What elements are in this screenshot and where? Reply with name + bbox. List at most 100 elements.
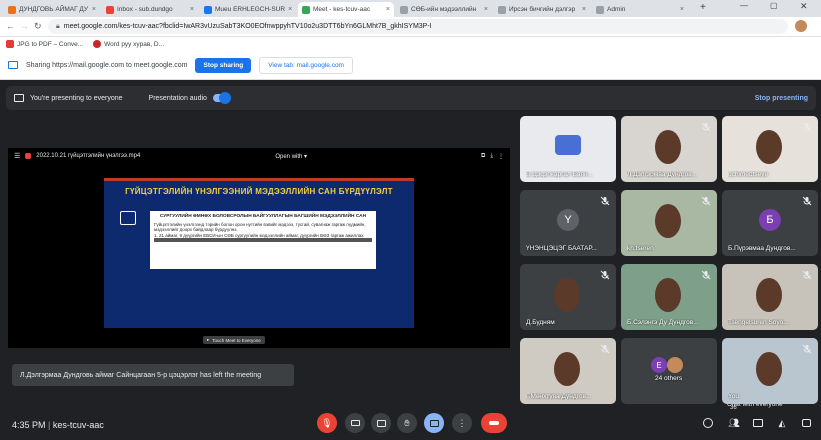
- stop-presenting-button[interactable]: Stop presenting: [755, 95, 808, 102]
- tab-favicon: [400, 5, 408, 14]
- bookmark-jpg-to-pdf[interactable]: JPG to PDF – Conve...: [6, 40, 83, 48]
- captions-button[interactable]: [371, 413, 391, 433]
- participant-tile[interactable]: Y ҮНЭНЦЭЦЭГ БААТАР...: [520, 190, 616, 256]
- leave-call-button[interactable]: [481, 413, 507, 433]
- address-bar[interactable]: 🔒︎ meet.google.com/kes-tcuv-aac?fbclid=I…: [48, 19, 788, 34]
- camera-icon: [350, 420, 360, 426]
- more-options-button[interactable]: ⋮: [452, 413, 472, 433]
- forward-icon[interactable]: →: [20, 21, 29, 31]
- mic-muted-icon: [701, 196, 711, 206]
- tab-title: СӨБ-ийн мэдээллийн: [411, 6, 477, 13]
- participant-tile[interactable]: Л.Дэлгэрмаа Дундгов...: [621, 116, 717, 182]
- browser-tab[interactable]: СӨБ-ийн мэдээллийн ×: [396, 2, 492, 17]
- hang-up-icon: [489, 421, 499, 425]
- others-avatar-photo: [667, 357, 683, 373]
- tab-title: Inbox - sub.dundgo: [117, 6, 173, 13]
- minimize-icon[interactable]: —: [740, 1, 748, 10]
- raise-hand-button[interactable]: ✋︎: [397, 413, 417, 433]
- video-footer-text: Touch Meet to Everyone: [212, 337, 261, 343]
- participant-tile[interactable]: Д.Будням: [520, 264, 616, 330]
- pointer-icon: ▸: [207, 337, 210, 342]
- tab-favicon: [8, 5, 16, 14]
- video-footer: ▸ Touch Meet to Everyone: [203, 336, 265, 344]
- presentation-audio-toggle[interactable]: [212, 92, 231, 104]
- participant-tile[interactable]: kh.tseren: [621, 190, 717, 256]
- participant-tile[interactable]: Г.Мөнхтуяа Дундгов...: [520, 338, 616, 404]
- bookmark-word[interactable]: Word руу хурав, D...: [93, 40, 164, 48]
- participant-name: Б.Сэлэнгэ Ду Дундгов...: [627, 319, 699, 326]
- profile-avatar[interactable]: [795, 20, 807, 32]
- add-to-drive-icon[interactable]: ⧉: [481, 153, 485, 160]
- more-icon[interactable]: ⋮: [498, 153, 504, 160]
- tab-close-icon[interactable]: ×: [92, 6, 96, 13]
- chat-button[interactable]: [750, 415, 766, 431]
- participant-tile[interactable]: Б.Цэцэгжаргал Баян...: [520, 116, 616, 182]
- document-text: Гүйцэтгэлийн үнэлгээнд тэрийн болон орон…: [154, 221, 366, 233]
- reload-icon[interactable]: ↻: [34, 21, 42, 32]
- participant-tile[interactable]: Е 24 others: [621, 338, 717, 404]
- mic-muted-icon: [802, 270, 812, 280]
- microphone-off-button[interactable]: 🎙︎: [317, 413, 337, 433]
- screen: ДУНДГОВЬ АЙМАГ ДУ × Inbox - sub.dundgo × Mue…: [0, 0, 821, 440]
- meeting-details-button[interactable]: [700, 415, 716, 431]
- tab-close-icon[interactable]: ×: [190, 6, 194, 13]
- browser-tab[interactable]: Ирсэн бичгийн дэлгэр ×: [494, 2, 590, 17]
- host-controls-button[interactable]: [798, 415, 814, 431]
- download-icon[interactable]: ⤓: [490, 153, 493, 160]
- browser-tab[interactable]: Admin ×: [592, 2, 688, 17]
- lock-person-icon: [801, 419, 811, 427]
- tab-favicon: [106, 5, 114, 14]
- clock-time: 4:35 PM: [12, 420, 46, 430]
- browser-tab[interactable]: ДУНДГОВЬ АЙМАГ ДУ ×: [4, 2, 100, 17]
- participant-tile[interactable]: Б.Сэлэнгэ Ду Дундгов...: [621, 264, 717, 330]
- tab-close-icon[interactable]: ×: [484, 6, 488, 13]
- participant-tile[interactable]: Tsengelsuren Soyo...: [722, 264, 818, 330]
- hand-icon: ✋︎: [404, 417, 410, 428]
- meeting-code: kes-tcuv-aac: [52, 420, 104, 430]
- pdf-icon: [6, 40, 14, 48]
- document-item: 1. 21 аймаг, 9 дүүргийн ЕБСИ-ын СӨБ сург…: [154, 232, 364, 238]
- presenting-label: You're presenting to everyone: [30, 94, 123, 102]
- browser-tab[interactable]: Mueu ERHLEGCH-SUR ×: [200, 2, 296, 17]
- close-icon[interactable]: ✕: [800, 1, 808, 12]
- new-tab-icon[interactable]: +: [700, 2, 706, 13]
- tab-favicon: [302, 5, 310, 14]
- participant-tile[interactable]: You: [722, 338, 818, 404]
- tab-close-icon[interactable]: ×: [386, 6, 390, 13]
- back-icon[interactable]: ←: [6, 21, 15, 31]
- captions-icon: [376, 419, 386, 427]
- people-button[interactable]: 👥︎: [726, 415, 742, 431]
- participant-name: Tsengelsuren Soyo...: [728, 319, 789, 326]
- activities-button[interactable]: ◭: [774, 415, 790, 431]
- bookmarks-bar: JPG to PDF – Conve... Word руу хурав, D.…: [0, 37, 821, 51]
- mic-muted-icon: [600, 344, 610, 354]
- presentation-icon: [120, 211, 136, 225]
- chat-icon: [753, 419, 763, 427]
- menu-icon[interactable]: ☰: [14, 152, 20, 160]
- browser-toolbar: ← → ↻ 🔒︎ meet.google.com/kes-tcuv-aac?fb…: [0, 17, 821, 37]
- mic-muted-icon: [802, 122, 812, 132]
- tab-close-icon[interactable]: ×: [680, 6, 684, 13]
- participant-video: [655, 278, 681, 312]
- sharing-infobar: Sharing https://mail.google.com to meet.…: [0, 51, 821, 80]
- maximize-icon[interactable]: ▢: [770, 1, 778, 10]
- participant-name: ҮНЭНЦЭЦЭГ БААТАР...: [526, 245, 597, 252]
- participant-tile[interactable]: Б Б.Пүрэвмаа Дундгов...: [722, 190, 818, 256]
- mic-muted-icon: [802, 344, 812, 354]
- tab-close-icon[interactable]: ×: [582, 6, 586, 13]
- tab-close-icon[interactable]: ×: [288, 6, 292, 13]
- people-icon: 👥︎: [728, 417, 740, 428]
- browser-tab[interactable]: Meet - kes-tcuv-aac ×: [298, 2, 394, 17]
- presentation-audio-label: Presentation audio: [148, 94, 207, 102]
- mic-muted-icon: [701, 270, 711, 280]
- camera-button[interactable]: [345, 413, 365, 433]
- present-button[interactable]: [424, 413, 444, 433]
- participant-name: Г.Мөнхтуяа Дундгов...: [526, 393, 592, 400]
- stop-sharing-button[interactable]: Stop sharing: [195, 57, 252, 73]
- open-with-button[interactable]: Open with ▾: [275, 153, 307, 160]
- browser-tab[interactable]: Inbox - sub.dundgo ×: [102, 2, 198, 17]
- bookmark-label: Word руу хурав, D...: [104, 40, 165, 48]
- participant-name: Б.Цэцэгжаргал Баян...: [526, 171, 594, 178]
- view-tab-button[interactable]: View tab: mail.google.com: [259, 56, 353, 74]
- participant-tile[interactable]: ochimedtseye: [722, 116, 818, 182]
